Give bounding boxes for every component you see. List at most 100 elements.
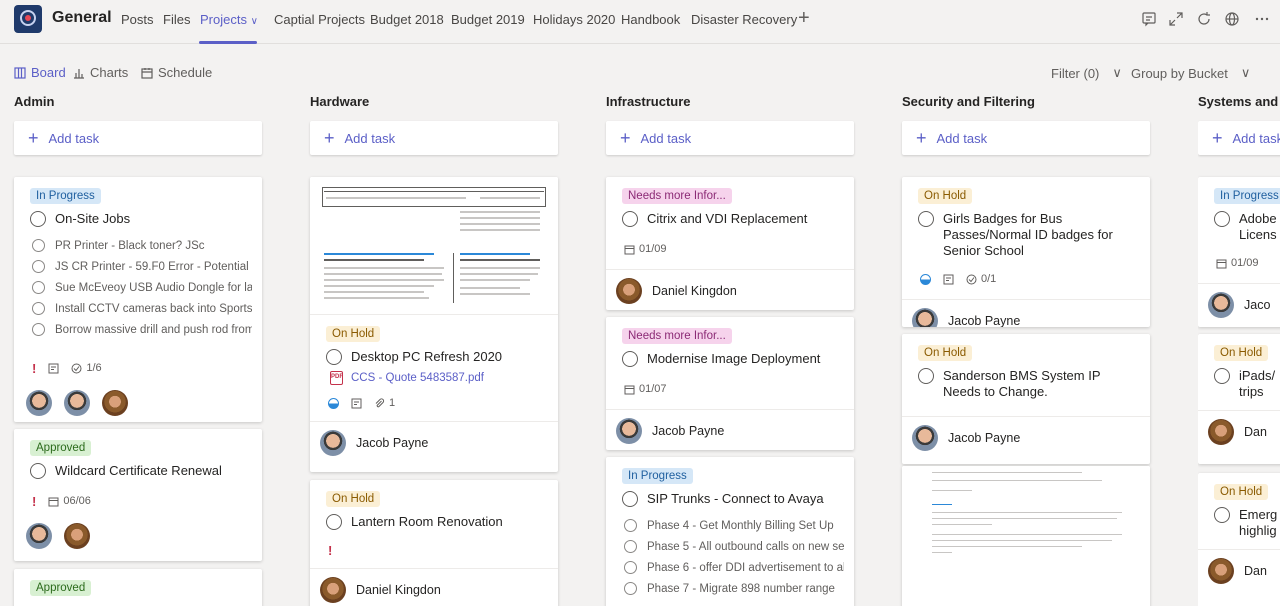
top-bar: General Posts Files Projects ∨ Captial P… xyxy=(0,0,1280,44)
filter-button[interactable]: Filter (0) ∨ xyxy=(1051,65,1122,81)
complete-checkbox[interactable] xyxy=(918,368,934,384)
task-card[interactable]: In Progress Adobe Licens 01/09 Jaco xyxy=(1198,177,1280,327)
assignee[interactable]: Jacob Payne xyxy=(912,424,1020,451)
complete-checkbox[interactable] xyxy=(326,349,342,365)
checklist-item[interactable]: JS CR Printer - 59.F0 Error - Potential … xyxy=(32,256,252,277)
due-date: 01/09 xyxy=(624,243,667,255)
task-card[interactable] xyxy=(902,466,1150,606)
complete-checkbox[interactable] xyxy=(622,491,638,507)
chevron-down-icon: ∨ xyxy=(1240,65,1251,80)
avatar[interactable] xyxy=(102,390,128,416)
avatar xyxy=(912,307,938,327)
complete-checkbox[interactable] xyxy=(1214,368,1230,384)
complete-checkbox[interactable] xyxy=(622,211,638,227)
schedule-label: Schedule xyxy=(158,65,213,80)
add-task-label: Add task xyxy=(640,130,692,146)
tab-disaster-recovery[interactable]: Disaster Recovery xyxy=(691,12,797,27)
checklist-item[interactable]: Phase 4 - Get Monthly Billing Set Up xyxy=(624,515,844,536)
task-card[interactable]: Approved xyxy=(14,569,262,606)
more-options-icon[interactable] xyxy=(1254,11,1270,27)
tab-projects[interactable]: Projects ∨ xyxy=(200,12,258,27)
add-task-button[interactable]: + Add task xyxy=(1198,121,1280,155)
checklist-item[interactable]: Phase 6 - offer DDI advertisement to all… xyxy=(624,557,844,578)
complete-checkbox[interactable] xyxy=(30,463,46,479)
tab-budget-2019[interactable]: Budget 2019 xyxy=(451,12,525,27)
tab-holidays-2020[interactable]: Holidays 2020 xyxy=(533,12,615,27)
assignee[interactable]: Dan xyxy=(1208,418,1267,445)
globe-icon[interactable] xyxy=(1224,11,1240,27)
add-task-button[interactable]: + Add task xyxy=(606,121,854,155)
status-label: On Hold xyxy=(326,491,381,507)
board-view-button[interactable]: Board xyxy=(14,65,66,80)
add-task-button[interactable]: + Add task xyxy=(902,121,1150,155)
checklist-progress: 1/6 xyxy=(71,362,102,374)
add-task-button[interactable]: + Add task xyxy=(14,121,262,155)
status-label: Approved xyxy=(30,580,92,596)
assignee[interactable]: Dan xyxy=(1208,557,1267,584)
task-card[interactable]: On Hold Desktop PC Refresh 2020 PDF CCS -… xyxy=(310,177,558,472)
assignee[interactable]: Daniel Kingdon xyxy=(616,277,737,304)
avatar[interactable] xyxy=(26,523,52,549)
team-logo[interactable] xyxy=(14,5,42,33)
checklist-item[interactable]: Sue McEveoy USB Audio Dongle for laptop … xyxy=(32,277,252,298)
task-meta: 1 xyxy=(320,395,548,411)
complete-checkbox[interactable] xyxy=(622,351,638,367)
filter-label: Filter (0) xyxy=(1051,65,1100,81)
assignee[interactable]: Daniel Kingdon xyxy=(320,576,441,603)
add-task-button[interactable]: + Add task xyxy=(310,121,558,155)
tab-files[interactable]: Files xyxy=(163,12,190,27)
assignee[interactable]: Jacob Payne xyxy=(912,307,1020,327)
assignee-row: Dan xyxy=(1198,549,1280,591)
checklist-item[interactable]: Install CCTV cameras back into Sports Ce… xyxy=(32,298,252,319)
task-card[interactable]: Approved Wildcard Certificate Renewal ! … xyxy=(14,429,262,561)
assignee[interactable]: Jacob Payne xyxy=(320,429,428,456)
attachment-link[interactable]: PDF CCS - Quote 5483587.pdf xyxy=(320,371,548,385)
task-title: Modernise Image Deployment xyxy=(647,351,821,366)
task-title: Adobe Licens xyxy=(1239,211,1277,242)
task-card[interactable]: In Progress On-Site Jobs PR Printer - Bl… xyxy=(14,177,262,422)
tab-handbook[interactable]: Handbook xyxy=(621,12,680,27)
charts-view-button[interactable]: Charts xyxy=(73,65,128,80)
add-tab-button[interactable]: + xyxy=(798,8,810,28)
avatar[interactable] xyxy=(64,390,90,416)
complete-checkbox[interactable] xyxy=(1214,507,1230,523)
status-label: On Hold xyxy=(1214,484,1269,500)
task-card[interactable]: On Hold Lantern Room Renovation ! Daniel… xyxy=(310,480,558,606)
task-card[interactable]: Needs more Infor... Modernise Image Depl… xyxy=(606,317,854,450)
avatar[interactable] xyxy=(64,523,90,549)
status-label: Needs more Infor... xyxy=(622,328,732,344)
checklist-item[interactable]: Phase 7 - Migrate 898 number range xyxy=(624,578,844,599)
status-label: On Hold xyxy=(1214,345,1269,361)
expand-icon[interactable] xyxy=(1168,11,1184,27)
checklist-item[interactable]: Borrow massive drill and push rod from e… xyxy=(32,319,252,340)
group-by-button[interactable]: Group by Bucket ∨ xyxy=(1131,65,1250,81)
assignee[interactable]: Jacob Payne xyxy=(616,417,724,444)
chat-icon[interactable] xyxy=(1141,11,1157,27)
board-label: Board xyxy=(31,65,66,80)
refresh-icon[interactable] xyxy=(1196,11,1212,27)
complete-checkbox[interactable] xyxy=(30,211,46,227)
attachment-count: 1 xyxy=(374,397,395,409)
complete-checkbox[interactable] xyxy=(326,514,342,530)
avatar[interactable] xyxy=(26,390,52,416)
tab-budget-2018[interactable]: Budget 2018 xyxy=(370,12,444,27)
task-card[interactable]: On Hold Sanderson BMS System IP Needs to… xyxy=(902,334,1150,464)
task-card[interactable]: On Hold iPads/ trips Dan xyxy=(1198,334,1280,464)
pdf-icon: PDF xyxy=(330,371,343,385)
task-card[interactable]: Needs more Infor... Citrix and VDI Repla… xyxy=(606,177,854,310)
checklist-item[interactable]: Phase 5 - All outbound calls on new serv… xyxy=(624,536,844,557)
status-label: In Progress xyxy=(622,468,693,484)
task-card[interactable]: On Hold Emerg highlig Dan xyxy=(1198,473,1280,606)
schedule-view-button[interactable]: Schedule xyxy=(141,65,212,80)
task-card[interactable]: In Progress SIP Trunks - Connect to Avay… xyxy=(606,457,854,606)
assignee[interactable]: Jaco xyxy=(1208,291,1270,318)
due-date: 06/06 xyxy=(48,495,91,507)
complete-checkbox[interactable] xyxy=(918,211,934,227)
task-title: Citrix and VDI Replacement xyxy=(647,211,808,226)
assignee-avatars xyxy=(14,382,262,422)
complete-checkbox[interactable] xyxy=(1214,211,1230,227)
task-card[interactable]: On Hold Girls Badges for Bus Passes/Norm… xyxy=(902,177,1150,327)
tab-captial-projects[interactable]: Captial Projects xyxy=(274,12,365,27)
tab-posts[interactable]: Posts xyxy=(121,12,154,27)
checklist-item[interactable]: PR Printer - Black toner? JSc xyxy=(32,235,252,256)
